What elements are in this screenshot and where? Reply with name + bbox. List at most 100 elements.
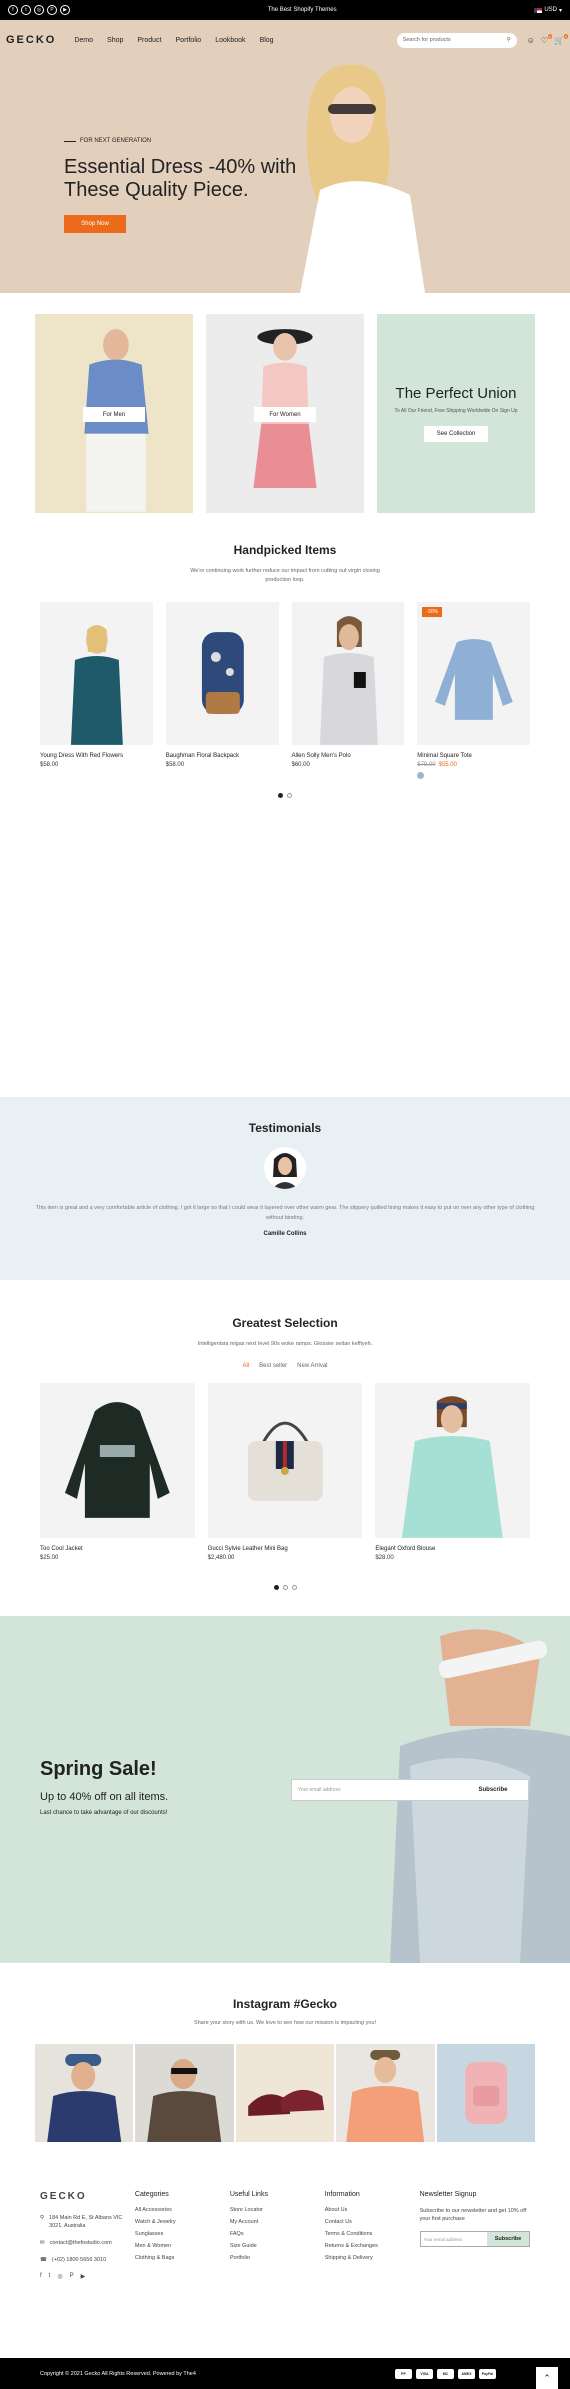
facebook-icon[interactable]: f bbox=[8, 5, 18, 15]
search-input[interactable]: Search for products ⚲ bbox=[396, 32, 517, 48]
account-icon[interactable]: ☺ bbox=[527, 36, 535, 45]
product-name[interactable]: Allen Solly Men's Polo bbox=[292, 753, 405, 759]
nav-item-demo[interactable]: Demo bbox=[74, 37, 93, 44]
footer-link[interactable]: Sunglasses bbox=[135, 2231, 220, 2237]
nav-item-shop[interactable]: Shop bbox=[107, 37, 123, 44]
footer-link[interactable]: Watch & Jewelry bbox=[135, 2219, 220, 2225]
carousel-dot[interactable] bbox=[291, 1585, 297, 1590]
for-women-button[interactable]: For Women bbox=[254, 407, 316, 422]
newsletter-subscribe-button[interactable]: Subscribe bbox=[487, 2232, 529, 2246]
tab-new-arrival[interactable]: New Arrival bbox=[297, 1363, 327, 1369]
tab-all[interactable]: All bbox=[242, 1363, 249, 1369]
product-image[interactable] bbox=[207, 1383, 363, 1538]
footer-link[interactable]: Clothing & Bags bbox=[135, 2255, 220, 2261]
product-name[interactable]: Gucci Sylvie Leather Mini Bag bbox=[208, 1546, 363, 1552]
product-image[interactable] bbox=[165, 602, 279, 745]
footer-link[interactable]: Returns & Exchanges bbox=[325, 2243, 410, 2249]
newsletter-email-field[interactable]: Your email address bbox=[424, 2237, 462, 2242]
footer-link[interactable]: Store Locator bbox=[230, 2207, 315, 2213]
footer-link[interactable]: Portfolio bbox=[230, 2255, 315, 2261]
product-image[interactable] bbox=[40, 602, 153, 745]
instagram-image[interactable] bbox=[35, 2044, 134, 2142]
product-price: $25.00 bbox=[40, 1555, 59, 1561]
sale-note: Last chance to take advantage of our dis… bbox=[40, 1810, 168, 1816]
footer-logo[interactable]: GECKO bbox=[40, 2191, 125, 2202]
product-card[interactable]: Young Dress With Red Flowers $58.00 bbox=[40, 602, 153, 779]
product-card[interactable]: Too Cool Jacket $25.00 bbox=[40, 1383, 195, 1561]
product-image[interactable] bbox=[291, 602, 405, 745]
facebook-icon[interactable]: f bbox=[40, 2273, 42, 2280]
footer-link[interactable]: All Accessories bbox=[135, 2207, 220, 2213]
instagram-image[interactable] bbox=[235, 2044, 335, 2142]
sale-subscribe-form: Your email address Subscribe bbox=[291, 1779, 529, 1801]
youtube-icon[interactable]: ▶ bbox=[81, 2273, 86, 2280]
logo[interactable]: GECKO bbox=[6, 34, 56, 46]
subscribe-button[interactable]: Subscribe bbox=[458, 1780, 528, 1800]
product-image[interactable]: -30% bbox=[417, 602, 530, 745]
instagram-image[interactable] bbox=[336, 2044, 435, 2142]
footer-link[interactable]: FAQs bbox=[230, 2231, 315, 2237]
product-card[interactable]: Gucci Sylvie Leather Mini Bag $2,480.00 bbox=[207, 1383, 363, 1561]
instagram-icon[interactable]: ◎ bbox=[34, 5, 44, 15]
email-field[interactable]: Your email address bbox=[298, 1787, 341, 1793]
search-icon[interactable]: ⚲ bbox=[507, 37, 511, 43]
handpicked-products: Young Dress With Red Flowers $58.00 Baug… bbox=[0, 602, 570, 779]
product-image[interactable] bbox=[375, 1383, 531, 1538]
footer-link[interactable]: About Us bbox=[325, 2207, 410, 2213]
nav-item-product[interactable]: Product bbox=[137, 37, 161, 44]
product-name[interactable]: Too Cool Jacket bbox=[40, 1546, 195, 1552]
nav-item-portfolio[interactable]: Portfolio bbox=[176, 37, 202, 44]
footer-link[interactable]: Contact Us bbox=[325, 2219, 410, 2225]
nav-item-blog[interactable]: Blog bbox=[260, 37, 274, 44]
carousel-dot[interactable] bbox=[273, 1585, 279, 1590]
color-swatch[interactable] bbox=[417, 772, 425, 779]
carousel-dot[interactable] bbox=[282, 1585, 288, 1590]
instagram-image[interactable] bbox=[135, 2044, 234, 2142]
product-name[interactable]: Elegant Oxford Blouse bbox=[375, 1546, 530, 1552]
tab-best-seller[interactable]: Best seller bbox=[259, 1363, 287, 1369]
header: GECKO Demo Shop Product Portfolio Lookbo… bbox=[0, 20, 570, 60]
cart-icon[interactable]: 🛒 0 bbox=[554, 33, 568, 45]
instagram-icon[interactable]: ◎ bbox=[57, 2273, 62, 2280]
product-card[interactable]: Allen Solly Men's Polo $60.00 bbox=[291, 602, 405, 779]
carousel-dot[interactable] bbox=[287, 793, 292, 798]
footer-categories: Categories All Accessories Watch & Jewel… bbox=[135, 2191, 220, 2358]
shop-now-button[interactable]: Shop Now bbox=[64, 215, 126, 233]
newsletter-form: Your email address Subscribe bbox=[419, 2231, 530, 2247]
footer-link[interactable]: Size Guide bbox=[230, 2243, 315, 2249]
hero-banner: FOR NEXT GENERATION Essential Dress -40%… bbox=[0, 60, 570, 293]
product-name[interactable]: Minimal Square Tote bbox=[417, 753, 530, 759]
wishlist-icon[interactable]: ♡ 0 bbox=[541, 33, 553, 45]
union-title: The Perfect Union bbox=[395, 385, 517, 402]
women-collection[interactable]: For Women bbox=[206, 314, 364, 513]
footer-link[interactable]: Men & Women bbox=[135, 2243, 220, 2249]
product-name[interactable]: Baughman Floral Backpack bbox=[166, 753, 279, 759]
youtube-icon[interactable]: ▶ bbox=[60, 5, 70, 15]
for-men-button[interactable]: For Men bbox=[83, 407, 145, 422]
footer-email[interactable]: contact@thefostudio.com bbox=[50, 2239, 112, 2247]
currency-selector[interactable]: USD ▾ bbox=[534, 7, 562, 14]
product-card[interactable]: Elegant Oxford Blouse $28.00 bbox=[375, 1383, 531, 1561]
footer-phone[interactable]: (+02) 1800 5656 3010 bbox=[52, 2256, 106, 2264]
pinterest-icon[interactable]: P bbox=[70, 2273, 74, 2280]
product-image[interactable] bbox=[40, 1383, 195, 1538]
nav-item-lookbook[interactable]: Lookbook bbox=[215, 37, 245, 44]
product-name[interactable]: Young Dress With Red Flowers bbox=[40, 753, 153, 759]
men-collection[interactable]: For Men bbox=[35, 314, 193, 513]
handpicked-section: Handpicked Items We're continuing work f… bbox=[0, 513, 570, 1097]
footer-link[interactable]: My Account bbox=[230, 2219, 315, 2225]
copyright-text: Copyright © 2021 Gecko All Rights Reserv… bbox=[40, 2370, 196, 2377]
instagram-image[interactable] bbox=[436, 2044, 536, 2142]
see-collection-button[interactable]: See Collection bbox=[424, 426, 488, 442]
back-to-top-button[interactable]: ⌃ bbox=[536, 2367, 558, 2389]
twitter-icon[interactable]: t bbox=[49, 2273, 51, 2280]
visa-icon: VISA bbox=[416, 2368, 433, 2379]
carousel-dot[interactable] bbox=[278, 793, 283, 798]
product-card[interactable]: -30% Minimal Square Tote $79.00 $55.00 bbox=[417, 602, 530, 779]
product-card[interactable]: Baughman Floral Backpack $58.00 bbox=[165, 602, 279, 779]
search-placeholder: Search for products bbox=[402, 37, 451, 43]
footer-link[interactable]: Shipping & Delivery bbox=[325, 2255, 410, 2261]
footer-link[interactable]: Terms & Conditions bbox=[325, 2231, 410, 2237]
pinterest-icon[interactable]: P bbox=[47, 5, 57, 15]
twitter-icon[interactable]: t bbox=[21, 5, 31, 15]
